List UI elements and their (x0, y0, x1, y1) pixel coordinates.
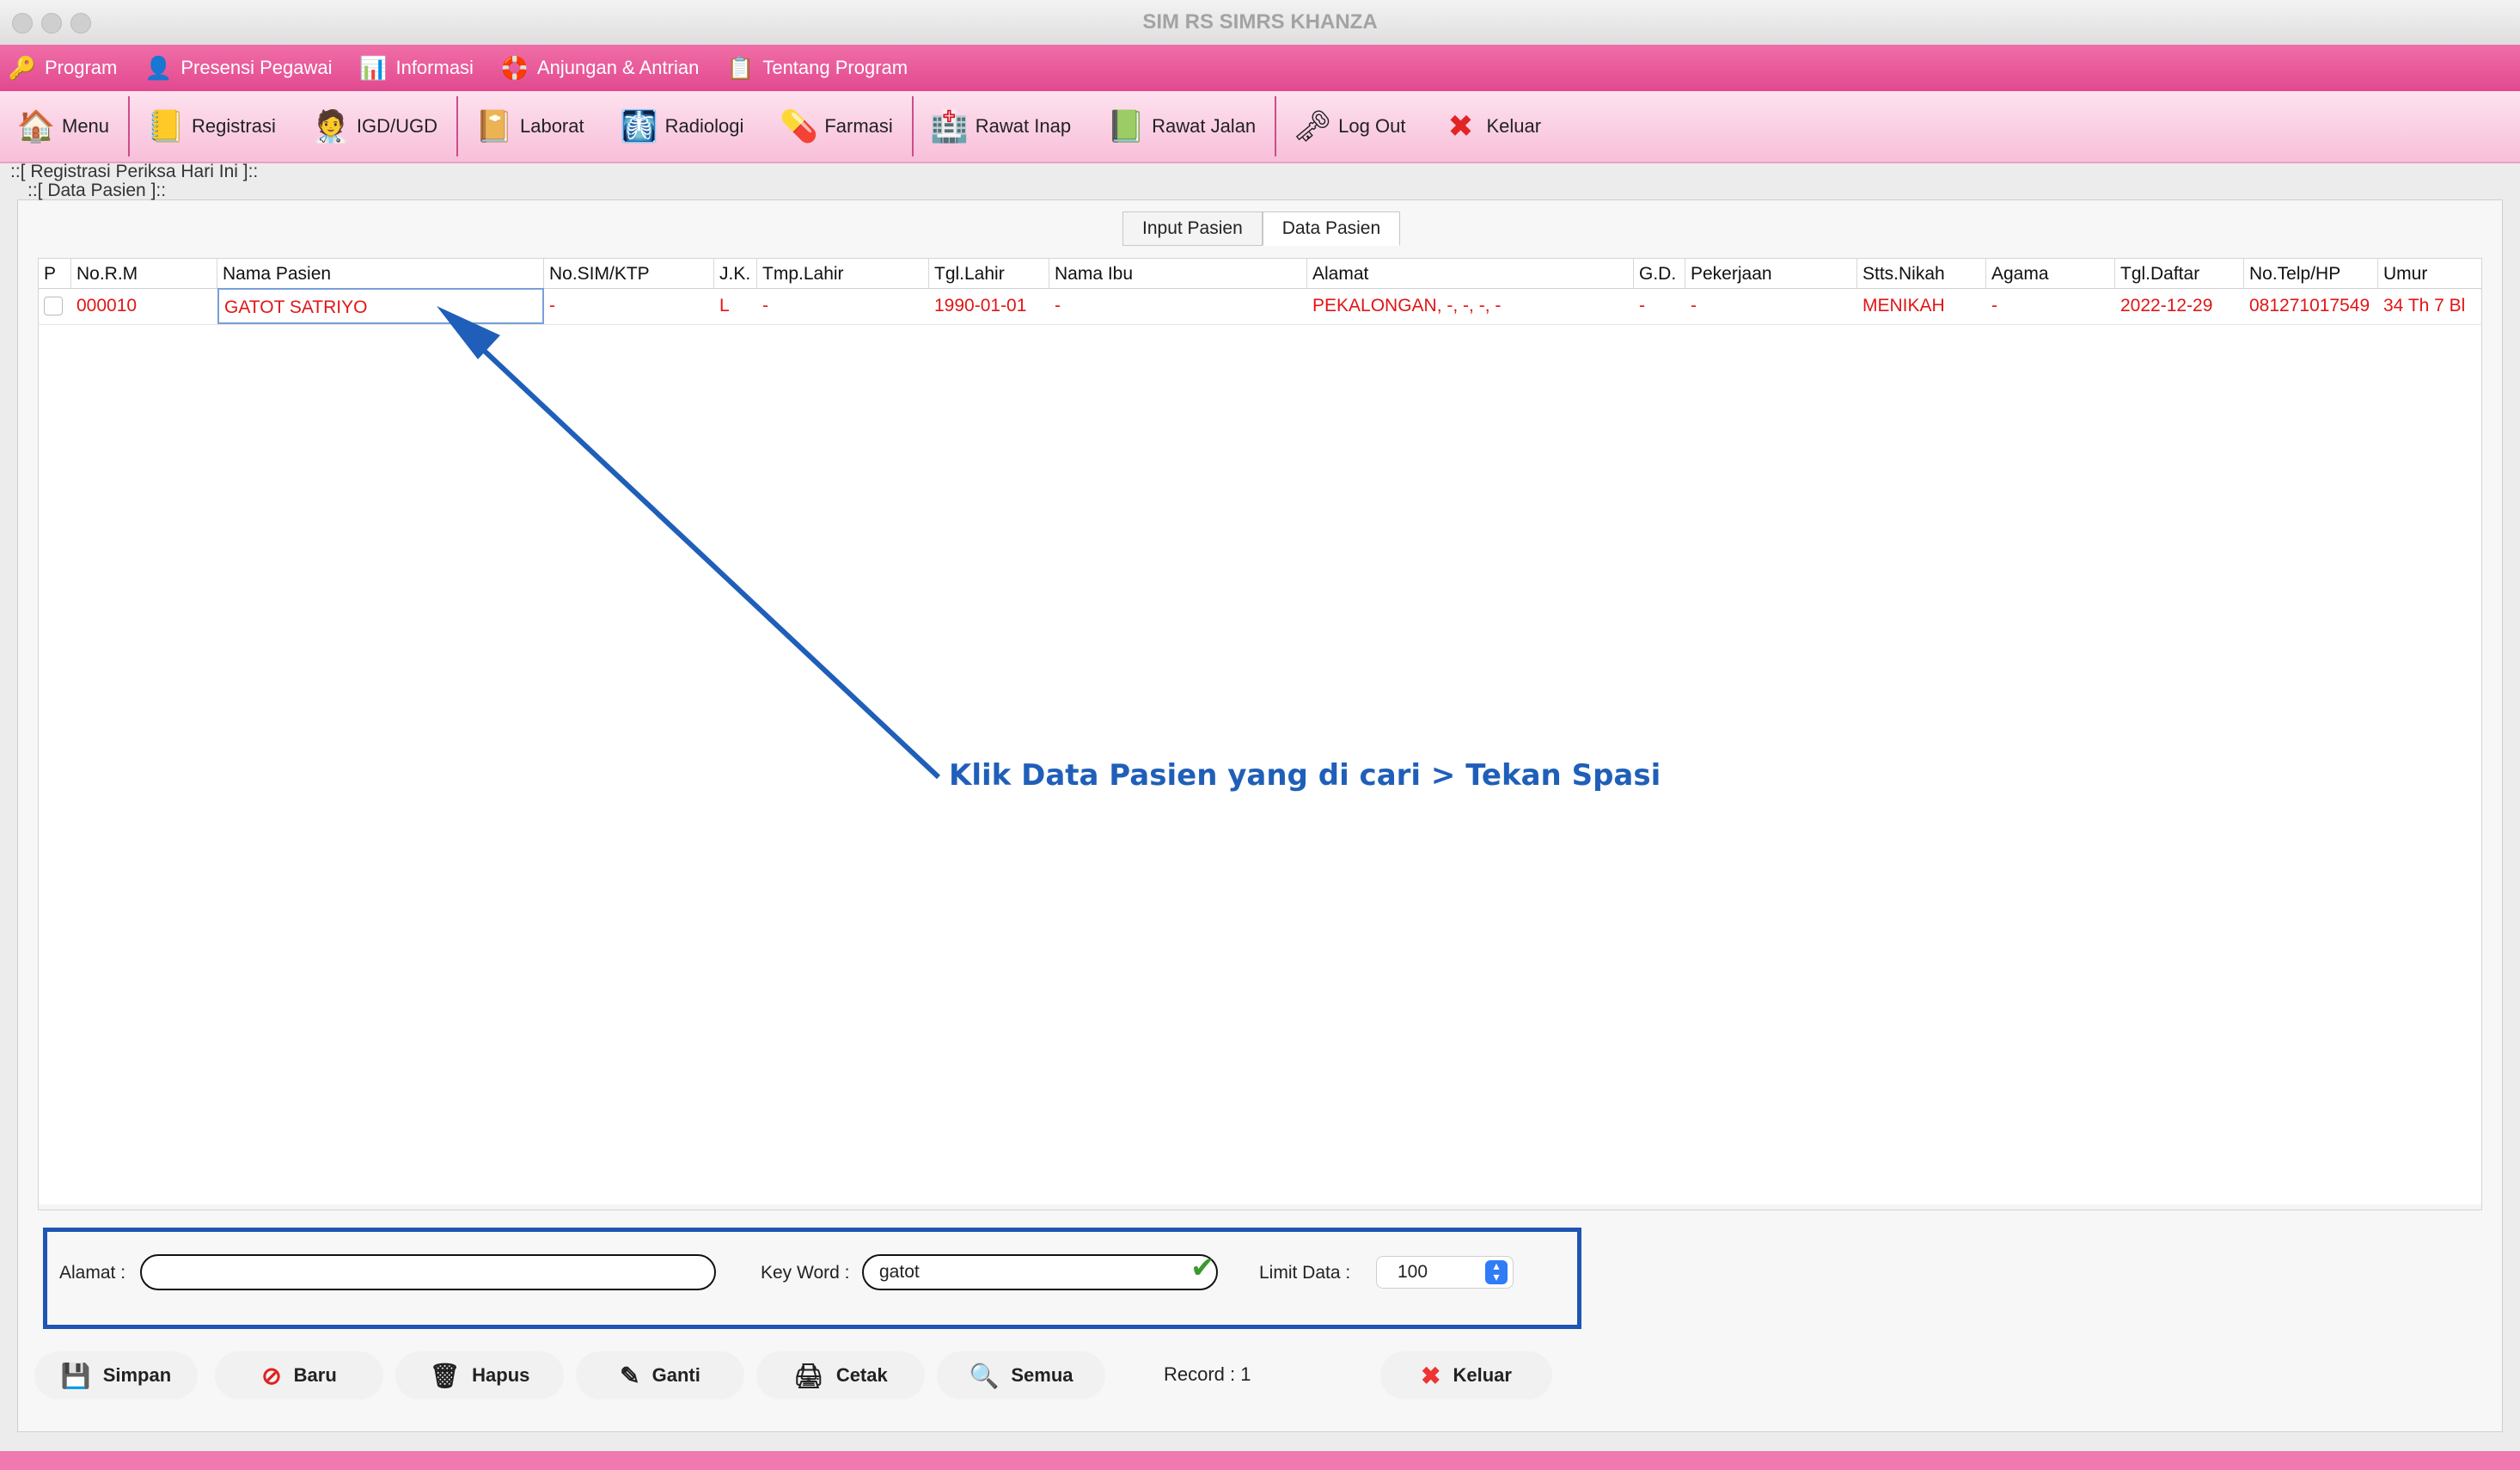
search-icon: 🔍 (969, 1362, 1000, 1389)
status-bar (0, 1451, 2520, 1470)
alamat-label: Alamat : (59, 1263, 126, 1283)
alamat-input[interactable] (140, 1254, 716, 1290)
keyword-label: Key Word : (761, 1263, 850, 1283)
search-check-icon[interactable]: ✔ (1190, 1251, 1215, 1285)
new-icon: ⊘ (261, 1362, 282, 1389)
stepper-icon[interactable]: ▴ ▾ (1485, 1259, 1508, 1284)
edit-icon: ✎ (620, 1362, 640, 1389)
baru-label: Baru (293, 1364, 337, 1386)
baru-button[interactable]: ⊘ Baru (215, 1351, 383, 1400)
simpan-button[interactable]: 💾 Simpan (34, 1351, 198, 1400)
keluar-label: Keluar (1453, 1364, 1512, 1386)
limit-data-value: 100 (1398, 1262, 1428, 1282)
save-icon: 💾 (60, 1362, 91, 1389)
delete-icon: 🗑 (429, 1362, 461, 1389)
search-filter-box: Alamat : Key Word : ✔ Limit Data : 100 ▴… (43, 1228, 1581, 1329)
hapus-label: Hapus (472, 1364, 530, 1386)
keluar-button[interactable]: ✖ Keluar (1380, 1351, 1552, 1400)
cetak-button[interactable]: 🖨 Cetak (756, 1351, 925, 1400)
record-count: Record : 1 (1164, 1363, 1251, 1385)
semua-label: Semua (1011, 1364, 1073, 1386)
hapus-button[interactable]: 🗑 Hapus (395, 1351, 564, 1400)
exit-x-icon: ✖ (1421, 1362, 1441, 1389)
action-bar: 💾 Simpan ⊘ Baru 🗑 Hapus ✎ Ganti 🖨 Cetak … (26, 1351, 1573, 1400)
limit-data-select[interactable]: 100 ▴ ▾ (1376, 1256, 1514, 1289)
semua-button[interactable]: 🔍 Semua (937, 1351, 1105, 1400)
simpan-label: Simpan (102, 1364, 172, 1386)
annotation-text: Klik Data Pasien yang di cari > Tekan Sp… (949, 758, 1661, 793)
keyword-input[interactable] (862, 1254, 1218, 1290)
print-icon: 🖨 (793, 1362, 824, 1389)
limit-data-label: Limit Data : (1259, 1263, 1351, 1283)
cetak-label: Cetak (835, 1364, 888, 1386)
ganti-label: Ganti (651, 1364, 700, 1386)
ganti-button[interactable]: ✎ Ganti (576, 1351, 744, 1400)
